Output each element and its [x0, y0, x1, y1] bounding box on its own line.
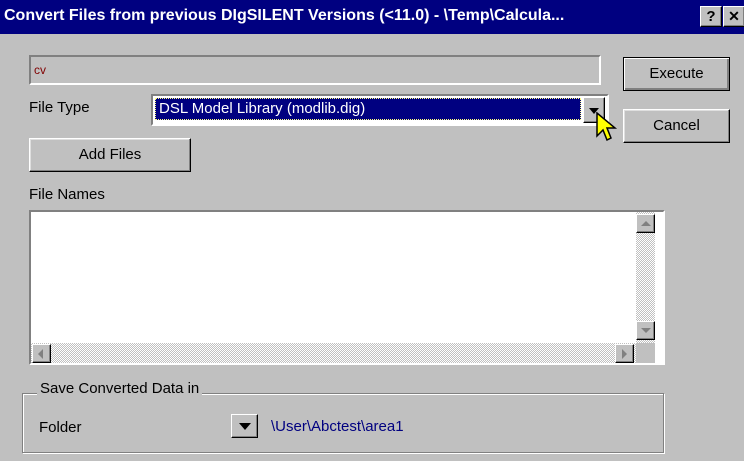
execute-button-label: Execute: [649, 65, 704, 82]
file-type-selected: DSL Model Library (modlib.dig): [155, 98, 581, 120]
scroll-up-icon[interactable]: [636, 214, 655, 233]
dialog-window: Convert Files from previous DIgSILENT Ve…: [0, 0, 744, 461]
help-icon[interactable]: ?: [700, 6, 722, 27]
mouse-cursor-icon: [596, 112, 618, 142]
scroll-down-icon[interactable]: [636, 321, 655, 340]
cancel-button[interactable]: Cancel: [623, 109, 730, 143]
scroll-left-icon[interactable]: [32, 344, 51, 363]
folder-dropdown-button[interactable]: [231, 414, 258, 438]
horizontal-scrollbar[interactable]: [31, 343, 636, 363]
scroll-corner: [636, 343, 655, 363]
close-icon[interactable]: ✕: [723, 6, 744, 27]
path-field[interactable]: cv: [29, 55, 601, 85]
folder-path[interactable]: \User\Abctest\area1: [271, 418, 404, 435]
window-title: Convert Files from previous DIgSILENT Ve…: [4, 7, 565, 24]
execute-button[interactable]: Execute: [623, 57, 730, 91]
cancel-button-label: Cancel: [653, 117, 700, 134]
file-type-dropdown[interactable]: DSL Model Library (modlib.dig): [151, 94, 609, 126]
folder-label: Folder: [39, 419, 82, 436]
add-files-button[interactable]: Add Files: [29, 138, 191, 172]
file-names-label: File Names: [29, 186, 105, 203]
file-names-list[interactable]: [29, 210, 665, 365]
add-files-button-label: Add Files: [78, 146, 142, 163]
title-bar[interactable]: Convert Files from previous DIgSILENT Ve…: [0, 0, 744, 34]
file-type-label: File Type: [29, 99, 90, 116]
scroll-right-icon[interactable]: [615, 344, 634, 363]
save-group-legend: Save Converted Data in: [37, 380, 203, 397]
dropdown-arrow-icon: [239, 423, 251, 430]
path-field-value: cv: [34, 63, 46, 77]
